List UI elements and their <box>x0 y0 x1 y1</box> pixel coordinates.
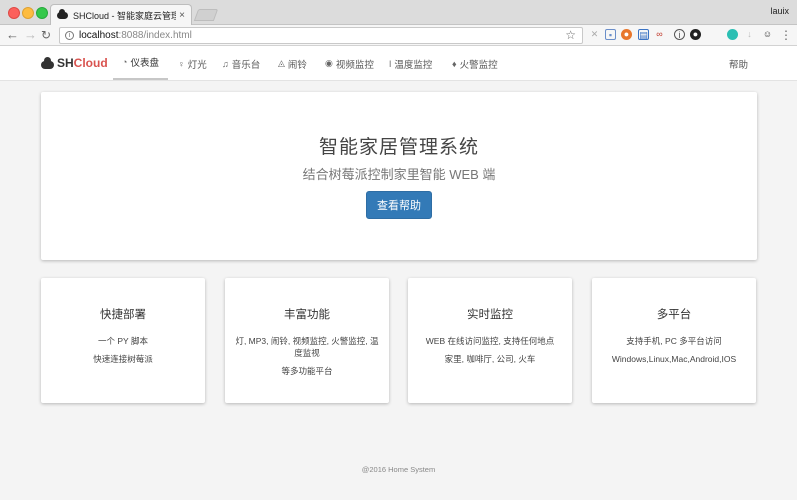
nav-item-label: 仪表盘 <box>130 58 159 69</box>
extension-alien-icon[interactable]: ● <box>690 29 701 40</box>
card-text: 灯, MP3, 闹铃, 视频监控, 火警监控, 温度监视 <box>235 336 379 358</box>
extension-image-icon[interactable]: ▤ <box>638 29 649 40</box>
extension-glasses-icon[interactable]: ∞ <box>654 29 665 40</box>
bookmark-star-icon[interactable]: ☆ <box>565 28 576 42</box>
brand-sh: SH <box>57 56 74 70</box>
fire-icon: ♦ <box>452 58 457 69</box>
nav-item-label: 火警监控 <box>459 59 498 71</box>
nav-item-temperature[interactable]: ǀ 温度监控 <box>389 46 432 81</box>
card-text: 一个 PY 脚本 <box>98 336 148 346</box>
view-help-button[interactable]: 查看帮助 <box>366 191 432 219</box>
lightbulb-icon: ♀ <box>178 58 185 69</box>
card-title: 快捷部署 <box>100 309 146 321</box>
feature-card-monitoring: 实时监控 WEB 在线访问监控, 支持任何地点 家里, 咖啡厅, 公司, 火车 <box>408 278 572 403</box>
bell-icon: ◬ <box>278 58 285 68</box>
info-icon[interactable]: i <box>65 31 74 40</box>
card-text: Windows,Linux,Mac,Android,IOS <box>611 354 737 364</box>
reload-button[interactable]: ↻ <box>41 27 51 43</box>
nav-item-dashboard[interactable]: ◔ 仪表盘 <box>113 46 168 80</box>
extension-info-icon[interactable]: i <box>674 29 685 40</box>
browser-tab-bar: SHCloud - 智能家庭云管理系统 × lauix <box>0 0 797 25</box>
extension-download-icon[interactable]: ↓ <box>744 29 755 40</box>
card-text: 家里, 咖啡厅, 公司, 火车 <box>444 354 536 364</box>
card-text: WEB 在线访问监控, 支持任何地点 <box>425 336 555 346</box>
close-window-button[interactable] <box>8 7 20 19</box>
address-bar[interactable]: i localhost :8088/index.html ☆ <box>59 27 583 44</box>
page: SH Cloud ◔ 仪表盘 ♀ 灯光 ♫ 音乐台 ◬ 闹铃 ◉ 视频监控 ǀ … <box>0 46 797 500</box>
cloud-icon <box>41 56 54 69</box>
extension-teal-icon[interactable] <box>727 29 738 40</box>
nav-item-music[interactable]: ♫ 音乐台 <box>222 46 260 81</box>
nav-item-lights[interactable]: ♀ 灯光 <box>178 46 207 81</box>
nav-item-label: 灯光 <box>187 59 207 71</box>
profile-name[interactable]: lauix <box>770 6 789 16</box>
dashboard-icon: ◔ <box>122 57 128 67</box>
nav-item-label: 音乐台 <box>231 59 261 71</box>
cloud-icon <box>57 8 68 19</box>
brand-logo[interactable]: SH Cloud <box>41 56 108 70</box>
eye-icon: ◉ <box>325 58 333 68</box>
url-path: :8088/index.html <box>118 30 192 41</box>
card-text: 支持手机, PC 多平台访问 <box>626 336 722 346</box>
feature-card-deploy: 快捷部署 一个 PY 脚本 快速连接树莓派 <box>41 278 205 403</box>
minimize-window-button[interactable] <box>22 7 34 19</box>
back-button[interactable]: ← <box>6 27 19 43</box>
card-text: 快速连接树莓派 <box>93 354 153 364</box>
browser-menu-icon[interactable]: ⋮ <box>780 28 792 42</box>
nav-item-alarm[interactable]: ◬ 闹铃 <box>278 46 307 81</box>
music-icon: ♫ <box>222 58 229 69</box>
new-tab-button[interactable] <box>193 9 219 21</box>
nav-item-fire[interactable]: ♦ 火警监控 <box>452 46 498 81</box>
nav-item-video[interactable]: ◉ 视频监控 <box>325 46 374 81</box>
maximize-window-button[interactable] <box>36 7 48 19</box>
url-host: localhost <box>79 30 119 41</box>
extension-window-icon[interactable]: ▪ <box>605 29 616 40</box>
feature-card-features: 丰富功能 灯, MP3, 闹铃, 视频监控, 火警监控, 温度监视 等多功能平台 <box>225 278 389 403</box>
browser-tab[interactable]: SHCloud - 智能家庭云管理系统 × <box>50 4 192 25</box>
card-text: 等多功能平台 <box>281 366 333 376</box>
nav-item-label: 视频监控 <box>335 59 374 71</box>
nav-item-label: 闹铃 <box>287 59 307 71</box>
nav-help-link[interactable]: 帮助 <box>729 46 748 81</box>
feature-card-platforms: 多平台 支持手机, PC 多平台访问 Windows,Linux,Mac,And… <box>592 278 756 403</box>
card-title: 实时监控 <box>467 309 513 321</box>
page-title: 智能家居管理系统 <box>318 137 479 158</box>
tab-close-button[interactable]: × <box>179 10 185 21</box>
nav-item-label: 温度监控 <box>394 59 433 71</box>
extension-orange-icon[interactable]: ● <box>621 29 632 40</box>
brand-cloud: Cloud <box>73 56 108 70</box>
footer-copyright: @2016 Home System <box>361 465 436 474</box>
browser-toolbar: ← → ↻ i localhost :8088/index.html ☆ ✕ ▪… <box>0 25 797 46</box>
hero-panel: 智能家居管理系统 结合树莓派控制家里智能 WEB 端 查看帮助 <box>41 92 757 260</box>
extension-person-icon[interactable]: ☺ <box>762 29 773 40</box>
thermometer-icon: ǀ <box>389 58 392 69</box>
page-subtitle: 结合树莓派控制家里智能 WEB 端 <box>302 167 496 182</box>
card-title: 丰富功能 <box>284 309 330 321</box>
top-navbar: SH Cloud ◔ 仪表盘 ♀ 灯光 ♫ 音乐台 ◬ 闹铃 ◉ 视频监控 ǀ … <box>0 46 797 81</box>
card-title: 多平台 <box>656 309 692 321</box>
extension-x-icon[interactable]: ✕ <box>589 29 600 40</box>
forward-button[interactable]: → <box>24 27 37 43</box>
tab-title: SHCloud - 智能家庭云管理系统 <box>73 10 177 21</box>
